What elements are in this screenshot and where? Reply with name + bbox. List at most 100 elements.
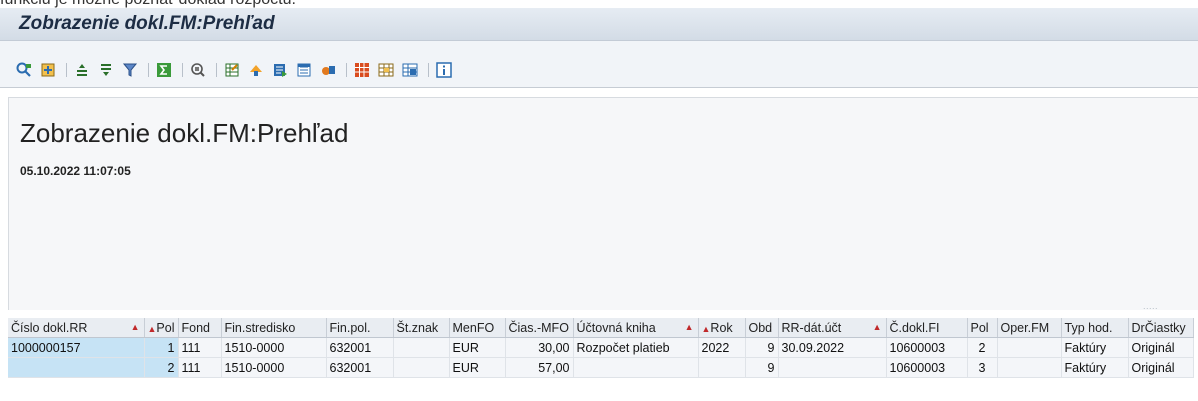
table-cell[interactable]: 1510-0000 [221, 337, 327, 358]
column-header[interactable]: Číslo dokl.RR ▲ [8, 318, 145, 338]
table-cell[interactable]: 57,00 [505, 357, 574, 378]
table-cell[interactable] [573, 357, 699, 378]
toolbar-separator [182, 63, 183, 77]
column-header[interactable]: ▲Rok [698, 318, 746, 338]
table-cell[interactable]: Originál [1128, 337, 1194, 358]
column-header[interactable]: Št.znak [393, 318, 450, 338]
export-spreadsheet-icon[interactable] [224, 62, 240, 78]
table-cell[interactable]: 9 [745, 357, 779, 378]
table-row[interactable]: 2 111 1510-0000 632001 EUR 57,00 9 10600003 3 Fak… [8, 357, 1194, 378]
sort-indicator-icon: ▲ [684, 322, 694, 332]
table-cell[interactable] [698, 357, 746, 378]
column-header-label: DrČiastky [1131, 320, 1186, 335]
table-cell[interactable]: 2 [144, 357, 179, 378]
column-header[interactable]: Čias.-MFO [505, 318, 574, 338]
column-header-label: Číslo dokl.RR [11, 320, 88, 335]
table-cell[interactable]: Originál [1128, 357, 1194, 378]
toolbar-separator [346, 63, 347, 77]
column-header[interactable]: Fond [178, 318, 222, 338]
column-header-label: Pol [970, 320, 989, 335]
column-header[interactable]: ▲Pol [144, 318, 179, 338]
table-cell[interactable]: EUR [449, 337, 506, 358]
table-cell[interactable]: 632001 [326, 357, 394, 378]
column-header[interactable]: Účtovná kniha ▲ [573, 318, 699, 338]
local-file-icon[interactable] [248, 62, 264, 78]
table-cell[interactable]: EUR [449, 357, 506, 378]
column-header-label: Č.dokl.FI [889, 320, 940, 335]
table-cell[interactable]: 1000000157 [8, 337, 145, 358]
table-cell[interactable]: Faktúry [1061, 337, 1129, 358]
table-cell[interactable]: Rozpočet platieb [573, 337, 699, 358]
report-header-panel: Zobrazenie dokl.FM:Prehľad 05.10.2022 11… [8, 97, 1198, 310]
table-cell[interactable]: 111 [178, 337, 222, 358]
splitter-grip[interactable]: ..... [1143, 301, 1158, 311]
table-row[interactable]: 1000000157 1 111 1510-0000 632001 EUR 30,00 Roz… [8, 337, 1194, 358]
sort-ascending-icon[interactable] [74, 62, 90, 78]
word-processing-icon[interactable] [272, 62, 288, 78]
document-table: Číslo dokl.RR ▲ ▲Pol Fond Fin.stredisko Fin.p… [8, 318, 1194, 378]
table-header-row: Číslo dokl.RR ▲ ▲Pol Fond Fin.stredisko Fin.p… [8, 318, 1194, 338]
table-cell[interactable] [997, 357, 1062, 378]
table-cell[interactable]: 2022 [698, 337, 746, 358]
table-cell[interactable]: 10600003 [886, 337, 968, 358]
column-header[interactable]: Pol [967, 318, 998, 338]
column-header[interactable]: Oper.FM [997, 318, 1062, 338]
table-cell[interactable]: Faktúry [1061, 357, 1129, 378]
table-cell[interactable]: 10600003 [886, 357, 968, 378]
column-header[interactable]: Č.dokl.FI [886, 318, 968, 338]
column-header[interactable]: Typ hod. [1061, 318, 1129, 338]
clipped-caption-text: funkciu je možné poznať doklad rozpočtu. [0, 0, 296, 8]
table-cell[interactable]: 1510-0000 [221, 357, 327, 378]
details-icon[interactable] [16, 62, 32, 78]
abc-analysis-icon[interactable] [296, 62, 312, 78]
column-header-label: Účtovná kniha [576, 320, 656, 335]
total-icon[interactable] [156, 62, 172, 78]
column-header-label: Oper.FM [1000, 320, 1050, 335]
column-header[interactable]: MenFO [449, 318, 506, 338]
sort-indicator-icon: ▲ [130, 322, 140, 332]
table-cell[interactable] [8, 357, 145, 378]
table-cell[interactable]: 111 [178, 357, 222, 378]
table-cell[interactable]: 1 [144, 337, 179, 358]
toolbar-separator [428, 63, 429, 77]
column-header-label: Pol [156, 320, 175, 335]
graphic-icon[interactable] [320, 62, 336, 78]
table-cell[interactable]: 9 [745, 337, 779, 358]
column-header-label: Fin.pol. [329, 320, 371, 335]
column-header-label: Št.znak [396, 320, 439, 335]
column-header[interactable]: Obd [745, 318, 779, 338]
choose-layout-icon[interactable] [378, 62, 394, 78]
print-preview-icon[interactable] [190, 62, 206, 78]
column-header-label: RR-dát.účt [781, 320, 842, 335]
table-cell[interactable]: 3 [967, 357, 998, 378]
table-cell[interactable] [997, 337, 1062, 358]
column-header[interactable]: Fin.pol. [326, 318, 394, 338]
save-layout-icon[interactable] [402, 62, 418, 78]
filter-icon[interactable] [122, 62, 138, 78]
toolbar-separator [148, 63, 149, 77]
info-icon[interactable] [436, 62, 452, 78]
column-header[interactable]: Fin.stredisko [221, 318, 327, 338]
window-title: Zobrazenie dokl.FM:Prehľad [19, 13, 275, 34]
column-header-label: Fond [181, 320, 211, 335]
table-cell[interactable] [778, 357, 887, 378]
application-toolbar [0, 41, 1198, 88]
column-header[interactable]: RR-dát.účt ▲ [778, 318, 887, 338]
column-header-label: MenFO [452, 320, 495, 335]
column-header-label: Čias.-MFO [508, 320, 569, 335]
sort-descending-icon[interactable] [98, 62, 114, 78]
sort-indicator-icon: ▲ [872, 322, 882, 332]
report-title: Zobrazenie dokl.FM:Prehľad [20, 118, 349, 148]
report-timestamp: 05.10.2022 11:07:05 [20, 164, 131, 178]
table-cell[interactable] [393, 357, 450, 378]
column-header-label: Typ hod. [1064, 320, 1113, 335]
table-cell[interactable]: 2 [967, 337, 998, 358]
select-layout-icon[interactable] [40, 62, 56, 78]
table-cell[interactable]: 30,00 [505, 337, 574, 358]
table-cell[interactable]: 632001 [326, 337, 394, 358]
table-cell[interactable] [393, 337, 450, 358]
column-header[interactable]: DrČiastky [1128, 318, 1194, 338]
column-header-label: Fin.stredisko [224, 320, 296, 335]
table-cell[interactable]: 30.09.2022 [778, 337, 887, 358]
change-layout-icon[interactable] [354, 62, 370, 78]
